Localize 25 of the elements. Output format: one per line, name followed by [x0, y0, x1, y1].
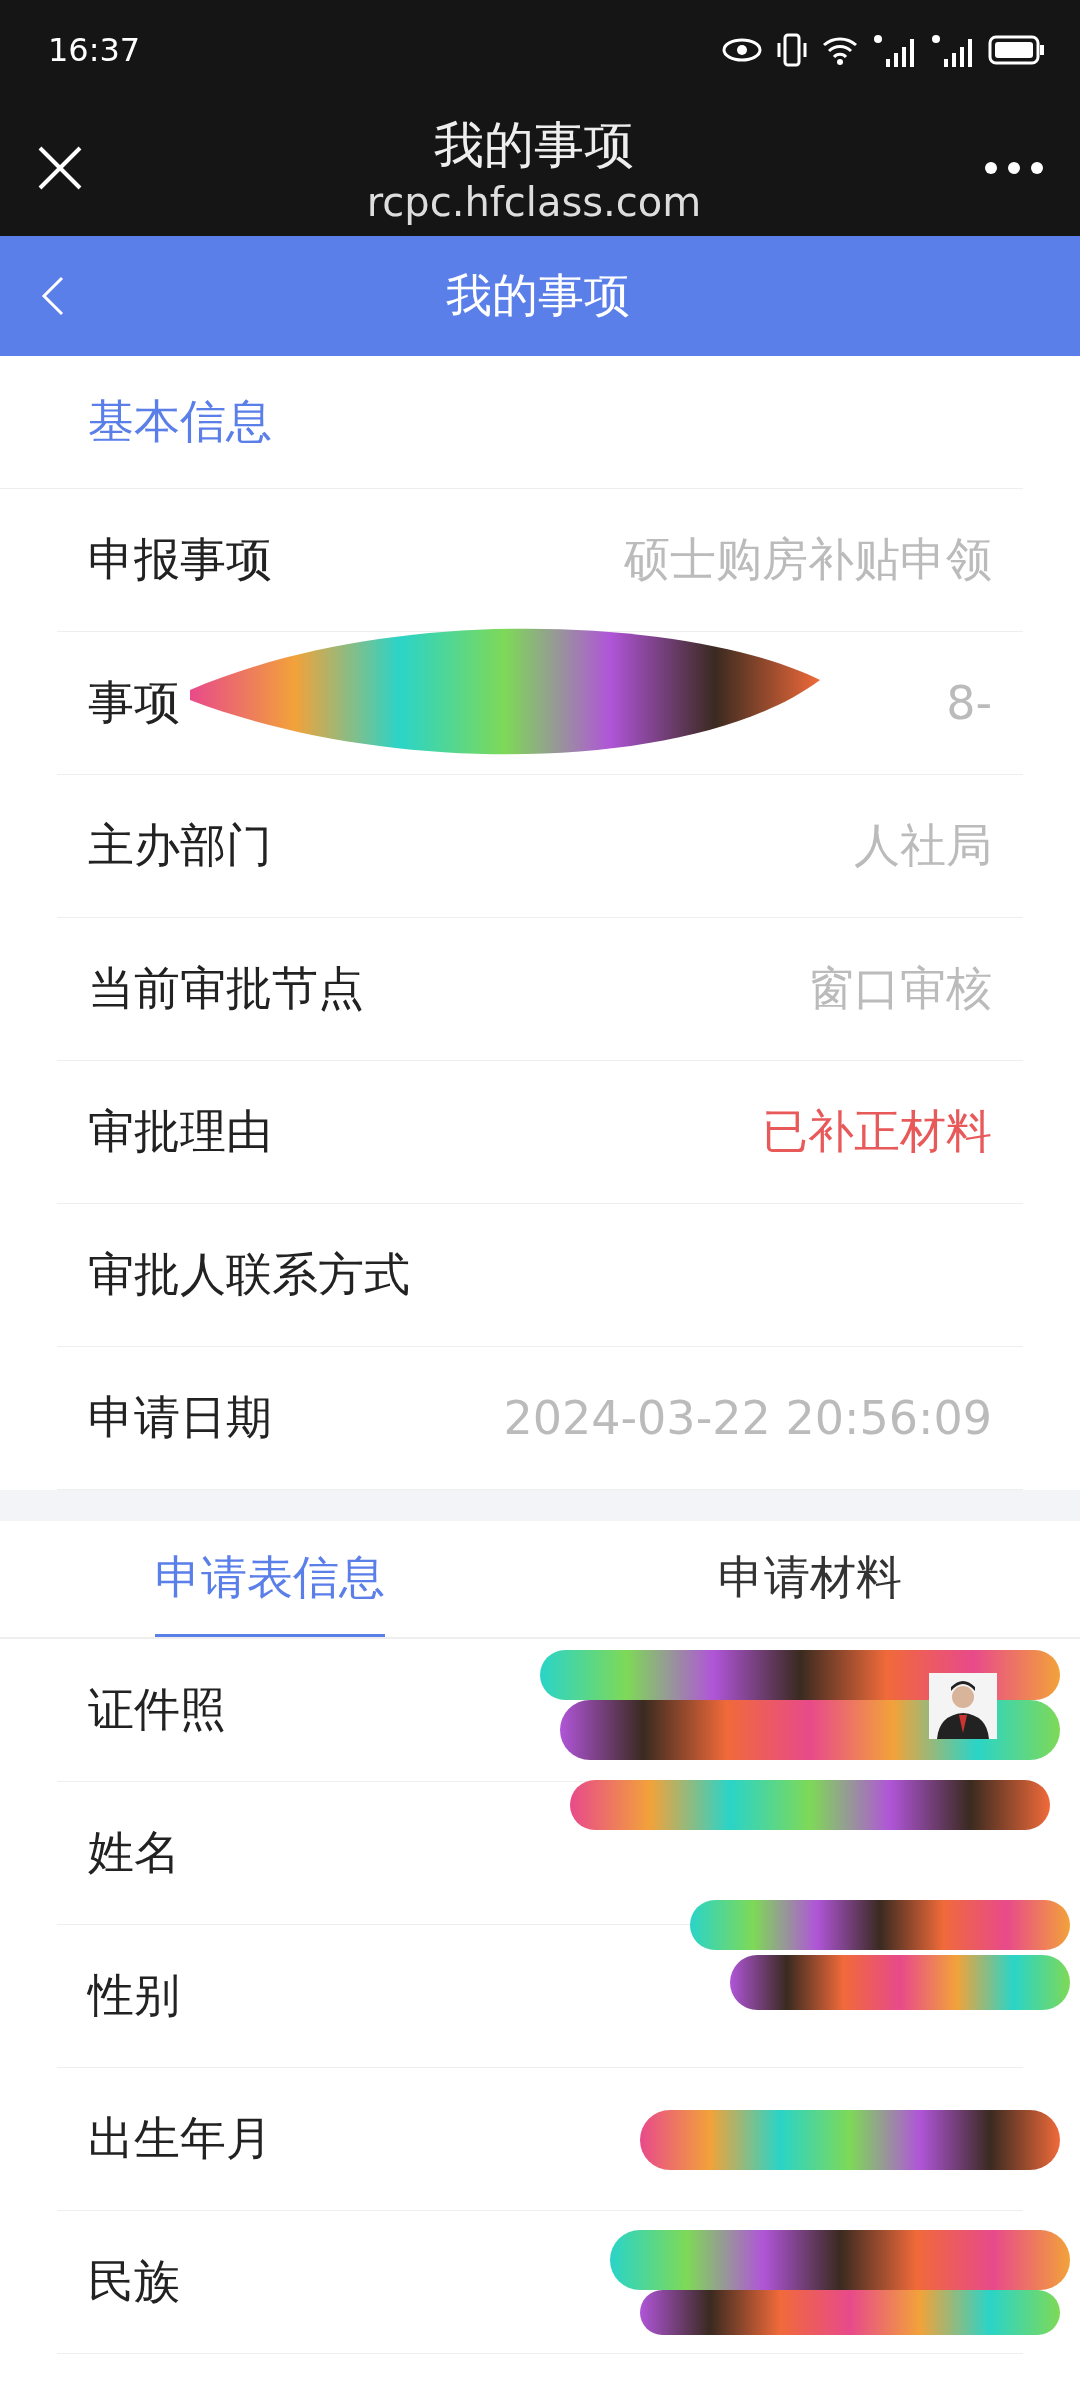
field-value: 窗口审核	[808, 960, 992, 1017]
field-value: 人社局	[854, 817, 992, 874]
field-value: 2024-03-22 20:56:09	[503, 1391, 992, 1445]
field-value: 已补正材料	[762, 1103, 992, 1160]
tab[interactable]: 申请材料	[540, 1521, 1080, 1637]
field-value: 8-	[946, 676, 992, 730]
field-label: 当前审批节点	[88, 960, 364, 1017]
field-label: 申请日期	[88, 1389, 272, 1446]
page-url: rcpc.hfclass.com	[366, 178, 702, 225]
field-label: 姓名	[88, 1824, 180, 1881]
header-title: 我的事项	[445, 267, 631, 324]
field-value: 硕士购房补贴申领	[624, 531, 992, 588]
field-label: 性别	[88, 1967, 180, 2024]
section-heading: 基本信息	[88, 393, 272, 450]
status-time: 16:37	[48, 31, 141, 69]
tab[interactable]: 申请表信息	[0, 1521, 540, 1637]
page-title: 我的事项	[434, 114, 634, 176]
field-label: 出生年月	[88, 2110, 272, 2167]
field-label: 民族	[88, 2253, 180, 2310]
field-label: 事项	[88, 674, 180, 731]
field-label: 申报事项	[88, 531, 272, 588]
field-label: 主办部门	[88, 817, 272, 874]
field-label: 审批人联系方式	[88, 1246, 410, 1303]
field-label: 证件照	[88, 1681, 226, 1738]
field-label: 审批理由	[88, 1103, 272, 1160]
